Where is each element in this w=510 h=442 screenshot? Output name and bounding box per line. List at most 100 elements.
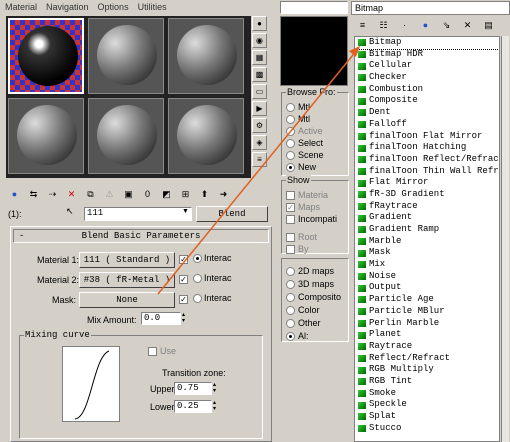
mask-enable-checkbox[interactable]: ✓ bbox=[179, 295, 188, 304]
material2-enable-checkbox[interactable]: ✓ bbox=[179, 275, 188, 284]
map-list-item[interactable]: Gradient bbox=[355, 212, 499, 224]
show-map-icon[interactable]: ◩ bbox=[158, 186, 175, 203]
map-list-scrollbar[interactable] bbox=[501, 36, 509, 442]
mix-amount-field[interactable]: 0.0 bbox=[141, 312, 181, 325]
sample-slot-6[interactable] bbox=[168, 98, 244, 174]
show-maps-checkbox[interactable]: ✓ bbox=[286, 202, 295, 212]
menu-utilities[interactable]: Utilities bbox=[138, 2, 167, 12]
map-list-item[interactable]: fRaytrace bbox=[355, 201, 499, 213]
make-preview-icon[interactable]: ▶ bbox=[252, 101, 267, 116]
upper-field[interactable]: 0.75 bbox=[174, 382, 212, 395]
map-list-item[interactable]: Checker bbox=[355, 72, 499, 84]
browse-mtl-editor-radio[interactable] bbox=[286, 114, 295, 124]
pick-material-icon[interactable]: ↖ bbox=[66, 206, 74, 217]
map-list-item[interactable]: Mix bbox=[355, 259, 499, 271]
map-list-item[interactable]: Gradient Ramp bbox=[355, 224, 499, 236]
map-list-item[interactable]: Perlin Marble bbox=[355, 318, 499, 330]
all-radio[interactable] bbox=[286, 331, 295, 341]
mix-amount-spinner[interactable]: ▴ ▾ bbox=[182, 312, 188, 324]
map-list-item[interactable]: finalToon Reflect/Refract bbox=[355, 154, 499, 166]
show-incompatible-checkbox[interactable] bbox=[286, 214, 295, 224]
material2-interactive-radio[interactable] bbox=[193, 273, 202, 283]
material-navigator-icon[interactable]: ≡ bbox=[252, 152, 267, 167]
video-color-icon[interactable]: ▭ bbox=[252, 84, 267, 99]
material1-button[interactable]: 111 ( Standard ) bbox=[79, 252, 175, 268]
sample-slot-4[interactable] bbox=[8, 98, 84, 174]
upper-spinner[interactable]: ▴ ▾ bbox=[213, 382, 216, 394]
material-effects-channel-icon[interactable]: 0 bbox=[139, 186, 156, 203]
chevron-down-icon[interactable]: ▼ bbox=[182, 208, 192, 220]
map-list-item[interactable]: Reflect/Refract bbox=[355, 353, 499, 365]
2d-maps-radio[interactable] bbox=[286, 266, 295, 276]
3d-maps-radio[interactable] bbox=[286, 279, 295, 289]
go-to-parent-icon[interactable]: ⬆ bbox=[196, 186, 213, 203]
map-list-item[interactable]: Bitmap HDR bbox=[355, 49, 499, 61]
put-to-library-icon[interactable]: ▣ bbox=[120, 186, 137, 203]
view-list-icons-icon[interactable]: ☷ bbox=[375, 17, 392, 34]
other-radio[interactable] bbox=[286, 318, 295, 328]
lower-field[interactable]: 0.25 bbox=[174, 400, 212, 413]
show-end-result-icon[interactable]: ⊞ bbox=[177, 186, 194, 203]
browse-scene-radio[interactable] bbox=[286, 150, 295, 160]
map-list-item[interactable]: Marble bbox=[355, 236, 499, 248]
map-list-item[interactable]: Stucco bbox=[355, 423, 499, 435]
make-copy-icon[interactable]: ⧉ bbox=[82, 186, 99, 203]
map-list-item[interactable]: Composite bbox=[355, 95, 499, 107]
go-forward-icon[interactable]: ➜ bbox=[215, 186, 232, 203]
compositors-radio[interactable] bbox=[286, 292, 295, 302]
rollout-title[interactable]: - Blend Basic Parameters bbox=[13, 229, 269, 243]
browse-active-slot-radio[interactable] bbox=[286, 126, 295, 136]
background-icon[interactable]: ▦ bbox=[252, 50, 267, 65]
browser-search-field[interactable] bbox=[280, 1, 348, 14]
root-only-checkbox[interactable] bbox=[286, 232, 295, 242]
map-list-item[interactable]: Particle MBlur bbox=[355, 306, 499, 318]
map-list-item[interactable]: RGB Multiply bbox=[355, 364, 499, 376]
mask-interactive-radio[interactable] bbox=[193, 293, 202, 303]
map-list-item[interactable]: Cellular bbox=[355, 60, 499, 72]
sample-slot-5[interactable] bbox=[88, 98, 164, 174]
browse-selected-radio[interactable] bbox=[286, 138, 295, 148]
map-list-item[interactable]: Speckle bbox=[355, 399, 499, 411]
map-list-item[interactable]: Combustion bbox=[355, 84, 499, 96]
show-materials-checkbox[interactable] bbox=[286, 190, 295, 200]
map-list-item[interactable]: finalToon Hatching bbox=[355, 142, 499, 154]
backlight-icon[interactable]: ◉ bbox=[252, 33, 267, 48]
material2-button[interactable]: #38 ( fR-Metal ) bbox=[79, 272, 175, 288]
use-curve-checkbox[interactable] bbox=[148, 346, 157, 356]
view-small-icons-icon[interactable]: ∙ bbox=[396, 17, 413, 34]
put-to-scene-icon[interactable]: ⇆ bbox=[25, 186, 42, 203]
menu-navigation[interactable]: Navigation bbox=[46, 2, 89, 12]
tiling-icon[interactable]: ▩ bbox=[252, 67, 267, 82]
options-icon[interactable]: ⚙ bbox=[252, 118, 267, 133]
sphere-icon[interactable]: ● bbox=[252, 16, 267, 31]
color-mods-radio[interactable] bbox=[286, 305, 295, 315]
map-list-item[interactable]: finalToon Flat Mirror bbox=[355, 131, 499, 143]
assign-to-selection-icon[interactable]: ⇢ bbox=[44, 186, 61, 203]
material-name-field[interactable]: 111 bbox=[84, 207, 192, 221]
map-list-item[interactable]: Dent bbox=[355, 107, 499, 119]
map-list-item[interactable]: fR-3D Gradient bbox=[355, 189, 499, 201]
clear-library-icon[interactable]: ▤ bbox=[480, 17, 497, 34]
map-list-item[interactable]: Falloff bbox=[355, 119, 499, 131]
material1-enable-checkbox[interactable]: ✓ bbox=[179, 255, 188, 264]
view-large-icons-icon[interactable]: ● bbox=[417, 17, 434, 34]
map-list-item[interactable]: Bitmap bbox=[355, 37, 499, 50]
material1-interactive-radio[interactable] bbox=[193, 253, 202, 263]
delete-icon[interactable]: ✕ bbox=[459, 17, 476, 34]
map-list-item[interactable]: Particle Age bbox=[355, 294, 499, 306]
menu-options[interactable]: Options bbox=[98, 2, 129, 12]
map-list-item[interactable]: Output bbox=[355, 282, 499, 294]
map-list-item[interactable]: Raytrace bbox=[355, 341, 499, 353]
get-material-icon[interactable]: ● bbox=[6, 186, 23, 203]
mask-button[interactable]: None bbox=[79, 292, 175, 308]
map-list-item[interactable]: RGB Tint bbox=[355, 376, 499, 388]
update-scene-materials-icon[interactable]: ⇘ bbox=[438, 17, 455, 34]
map-list-item[interactable]: finalToon Thin Wall Refra bbox=[355, 166, 499, 178]
map-list-item[interactable]: Planet bbox=[355, 329, 499, 341]
map-list-item[interactable]: Mask bbox=[355, 247, 499, 259]
map-list-item[interactable]: Splat bbox=[355, 411, 499, 423]
by-object-checkbox[interactable] bbox=[286, 244, 295, 254]
map-list-item[interactable]: Flat Mirror bbox=[355, 177, 499, 189]
sample-slot-3[interactable] bbox=[168, 18, 244, 94]
make-unique-icon[interactable]: ⚠ bbox=[101, 186, 118, 203]
